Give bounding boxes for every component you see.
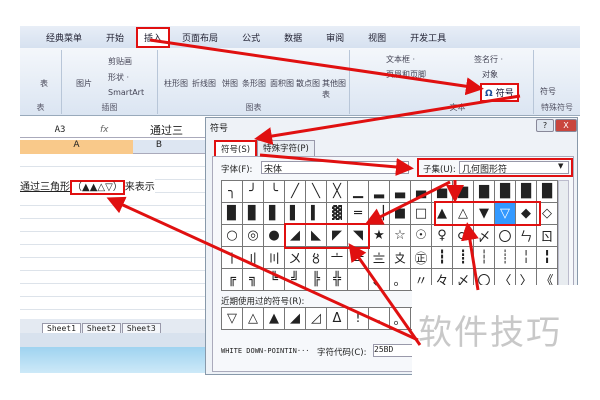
annotation-arrows <box>106 38 521 346</box>
arrow-to-corners <box>348 243 422 346</box>
arrow-tab-to-subset <box>259 153 414 176</box>
arrow-to-triangles <box>461 222 480 291</box>
arrow-symbol-to-tab <box>254 94 521 145</box>
arrow-insert-to-symbol <box>149 38 484 96</box>
arrow-subset-corners <box>364 180 451 225</box>
